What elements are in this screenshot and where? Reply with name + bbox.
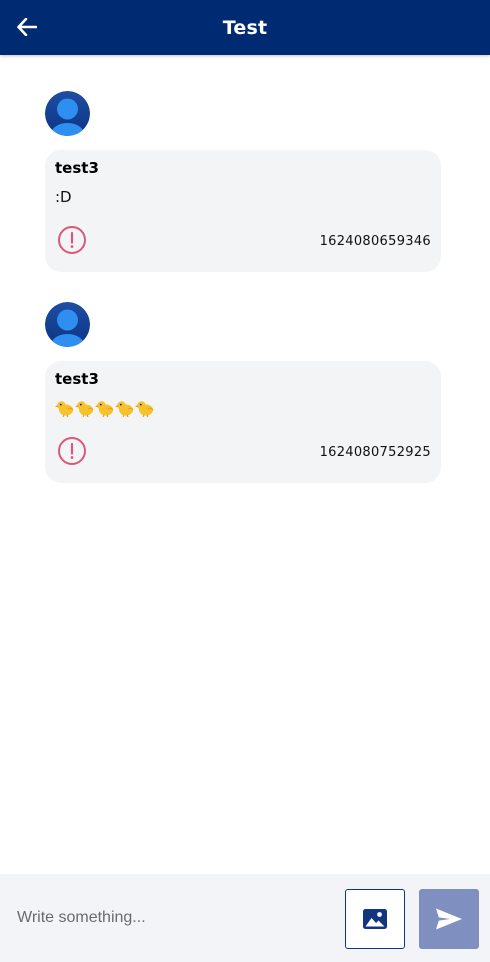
message-sender: test3 [55, 159, 99, 177]
chick-emoji-icon [95, 401, 114, 417]
user-avatar-icon[interactable] [45, 302, 90, 347]
message-input[interactable] [0, 888, 335, 948]
message-timestamp: 1624080752925 [319, 445, 431, 460]
send-icon [436, 908, 462, 930]
app-header: Test [0, 0, 490, 55]
user-avatar-icon[interactable] [45, 91, 90, 136]
message-timestamp: 1624080659346 [319, 234, 431, 249]
attach-image-button[interactable] [345, 889, 405, 949]
image-icon [363, 909, 387, 929]
chick-emoji-icon [55, 401, 74, 417]
message-bubble: test3 1624080752925 [45, 361, 441, 483]
message-text [55, 399, 155, 417]
chick-emoji-icon [75, 401, 94, 417]
error-exclamation-icon[interactable] [57, 225, 87, 255]
message-sender: test3 [55, 370, 99, 388]
arrow-left-icon [17, 18, 37, 36]
send-button[interactable] [419, 889, 479, 949]
message-composer [0, 874, 490, 962]
chick-emoji-icon [115, 401, 134, 417]
back-button[interactable] [10, 10, 44, 44]
message-bubble: test3 :D 1624080659346 [45, 150, 441, 272]
chick-emoji-icon [135, 401, 154, 417]
error-exclamation-icon[interactable] [57, 436, 87, 466]
page-title: Test [222, 16, 268, 39]
message-text: :D [55, 188, 72, 206]
